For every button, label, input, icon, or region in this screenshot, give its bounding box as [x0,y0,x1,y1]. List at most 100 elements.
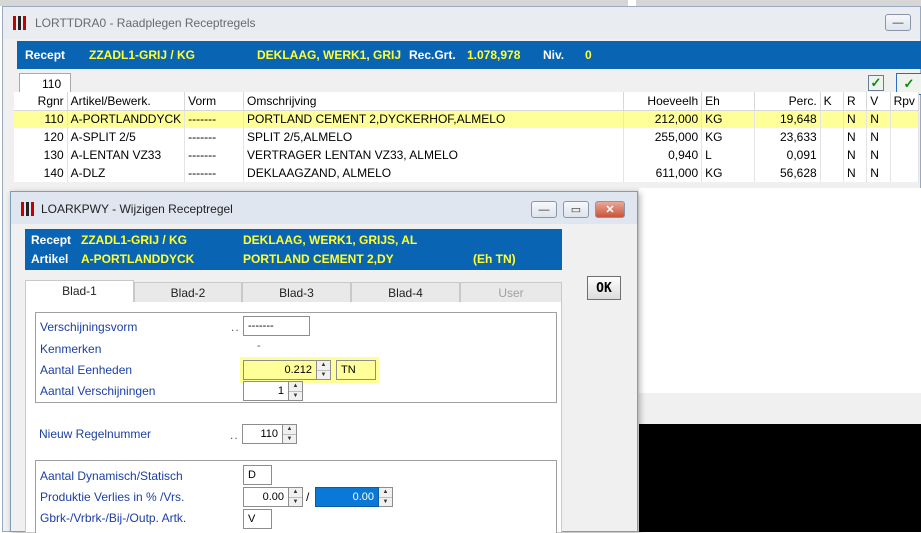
cell-rgnr: 130 [14,146,68,164]
nieuw-regelnummer-dots: .. [230,428,239,442]
cell-k [820,164,844,182]
tab-blad-1[interactable]: Blad-1 [25,280,134,302]
table-row[interactable]: 130 A-LENTAN VZ33 ------- VERTRAGER LENT… [14,146,920,164]
cell-r: N [843,128,868,146]
dialog-recept-label: Recept [31,233,72,247]
cell-omschrijving: DEKLAAGZAND, ALMELO [243,164,624,182]
verlies-pct-input[interactable]: 0.00 [243,487,289,507]
table-row[interactable]: 110 A-PORTLANDDYCK ------- PORTLAND CEME… [14,110,920,128]
spin-down-icon[interactable]: ▼ [379,496,392,507]
nieuw-regelnummer-spinner[interactable]: ▲ ▼ [283,424,297,444]
dyn-stat-input[interactable]: D [243,465,272,485]
aantal-eenheden-label: Aantal Eenheden [40,363,133,377]
aantal-eenheden-spinner[interactable]: ▲ ▼ [317,360,331,380]
recgrt-label: Rec.Grt. [409,48,456,62]
minimize-icon[interactable]: — [531,201,557,218]
cell-eh: L [701,146,755,164]
minimize-icon[interactable]: — [885,14,911,31]
ok-button[interactable]: OK [587,276,621,300]
cell-rpv [890,110,920,128]
cell-r: N [843,146,868,164]
gbrk-input[interactable]: V [243,509,272,529]
spin-down-icon[interactable]: ▼ [317,369,330,380]
check-icon[interactable]: ✓ [868,75,884,91]
dialog-recept-desc: DEKLAAG, WERK1, GRIJS, AL [243,233,418,247]
aantal-verschijningen-input[interactable]: 1 [243,381,289,401]
dyn-stat-label: Aantal Dynamisch/Statisch [40,469,183,483]
cell-artikel: A-SPLIT 2/5 [67,128,186,146]
col-perc[interactable]: Perc. [754,92,821,111]
verlies-vrs-spinner[interactable]: ▲ ▼ [379,487,393,507]
tab-user: User [460,282,562,303]
col-hoeveelh[interactable]: Hoeveelh [623,92,703,111]
verlies-pct-spinner[interactable]: ▲ ▼ [289,487,303,507]
cell-r: N [843,164,868,182]
dialog-title: LOARKPWY - Wijzigen Receptregel [41,202,233,216]
col-rpv[interactable]: Rpv [890,92,920,111]
spin-down-icon[interactable]: ▼ [289,390,302,401]
verlies-vrs-input[interactable]: 0.00 [315,487,379,507]
main-titlebar[interactable]: LORTTDRA0 - Raadplegen Receptregels — [3,7,920,39]
production-panel: Aantal Dynamisch/Statisch D Produktie Ve… [35,460,557,533]
table-row[interactable]: 120 A-SPLIT 2/5 ------- SPLIT 2/5,ALMELO… [14,128,920,146]
spin-down-icon[interactable]: ▼ [289,496,302,507]
main-window-title: LORTTDRA0 - Raadplegen Receptregels [35,16,256,30]
verschijningsvorm-input[interactable]: ------- [243,316,310,336]
cell-vorm: ------- [184,146,245,164]
verlies-separator: / [306,490,310,504]
cell-artikel: A-PORTLANDDYCK [67,110,186,128]
niv-label: Niv. [543,48,565,62]
maximize-icon[interactable]: ▭ [563,201,589,218]
col-r[interactable]: R [843,92,868,111]
recept-description: DEKLAAG, WERK1, GRIJ [257,48,402,62]
tab-blad-2[interactable]: Blad-2 [134,282,242,303]
aantal-eenheden-input[interactable]: 0.212 [243,360,317,380]
cell-vorm: ------- [184,128,245,146]
cell-vorm: ------- [184,164,245,182]
cell-perc: 19,648 [754,110,821,128]
tab-blad-3[interactable]: Blad-3 [242,282,351,303]
cell-eh: KG [701,164,755,182]
grid-empty-area [639,188,921,393]
cell-hoeveelh: 0,940 [623,146,703,164]
col-eh[interactable]: Eh [701,92,755,111]
dialog-titlebar[interactable]: LOARKPWY - Wijzigen Receptregel — ▭ ✕ [11,192,637,224]
cell-omschrijving: SPLIT 2/5,ALMELO [243,128,624,146]
nieuw-regelnummer-input[interactable]: 110 [242,424,283,444]
cell-artikel: A-DLZ [67,164,186,182]
col-vorm[interactable]: Vorm [184,92,245,111]
col-omschrijving[interactable]: Omschrijving [243,92,624,111]
properties-panel: Verschijningsvorm .. ------- Kenmerken -… [35,312,557,403]
dialog-artikel-unit: (Eh TN) [473,252,516,266]
table-row[interactable]: 140 A-DLZ ------- DEKLAAGZAND, ALMELO 61… [14,164,920,182]
grid-footer [639,393,921,424]
kenmerken-label: Kenmerken [40,342,102,356]
spin-up-icon[interactable]: ▲ [289,382,302,391]
spin-up-icon[interactable]: ▲ [283,425,296,434]
spin-up-icon[interactable]: ▲ [317,361,330,370]
niv-value: 0 [585,48,592,62]
col-artikel[interactable]: Artikel/Bewerk. [67,92,186,111]
spin-down-icon[interactable]: ▼ [283,433,296,444]
col-v[interactable]: V [866,92,891,111]
cell-v: N [866,164,891,182]
close-icon[interactable]: ✕ [595,201,625,218]
eenheid-input[interactable]: TN [336,360,376,380]
recipe-lines-table: Rgnr Artikel/Bewerk. Vorm Omschrijving H… [14,92,920,182]
aantal-verschijningen-spinner[interactable]: ▲ ▼ [289,381,303,401]
nieuw-regelnummer-label: Nieuw Regelnummer [39,427,152,441]
background-dark-area [639,424,921,532]
dialog-artikel-desc: PORTLAND CEMENT 2,DY [243,252,394,266]
tab-blad-4[interactable]: Blad-4 [351,282,460,303]
col-k[interactable]: K [820,92,844,111]
col-rgnr[interactable]: Rgnr [14,92,68,111]
app-icon [21,202,37,216]
cell-hoeveelh: 611,000 [623,164,703,182]
app-icon [13,16,29,30]
cell-perc: 56,628 [754,164,821,182]
dialog-artikel-value: A-PORTLANDDYCK [81,252,195,266]
spin-up-icon[interactable]: ▲ [289,488,302,497]
spin-up-icon[interactable]: ▲ [379,488,392,497]
recipe-header: Recept ZZADL1-GRIJ / KG DEKLAAG, WERK1, … [17,41,921,69]
kenmerken-value: - [257,340,261,352]
